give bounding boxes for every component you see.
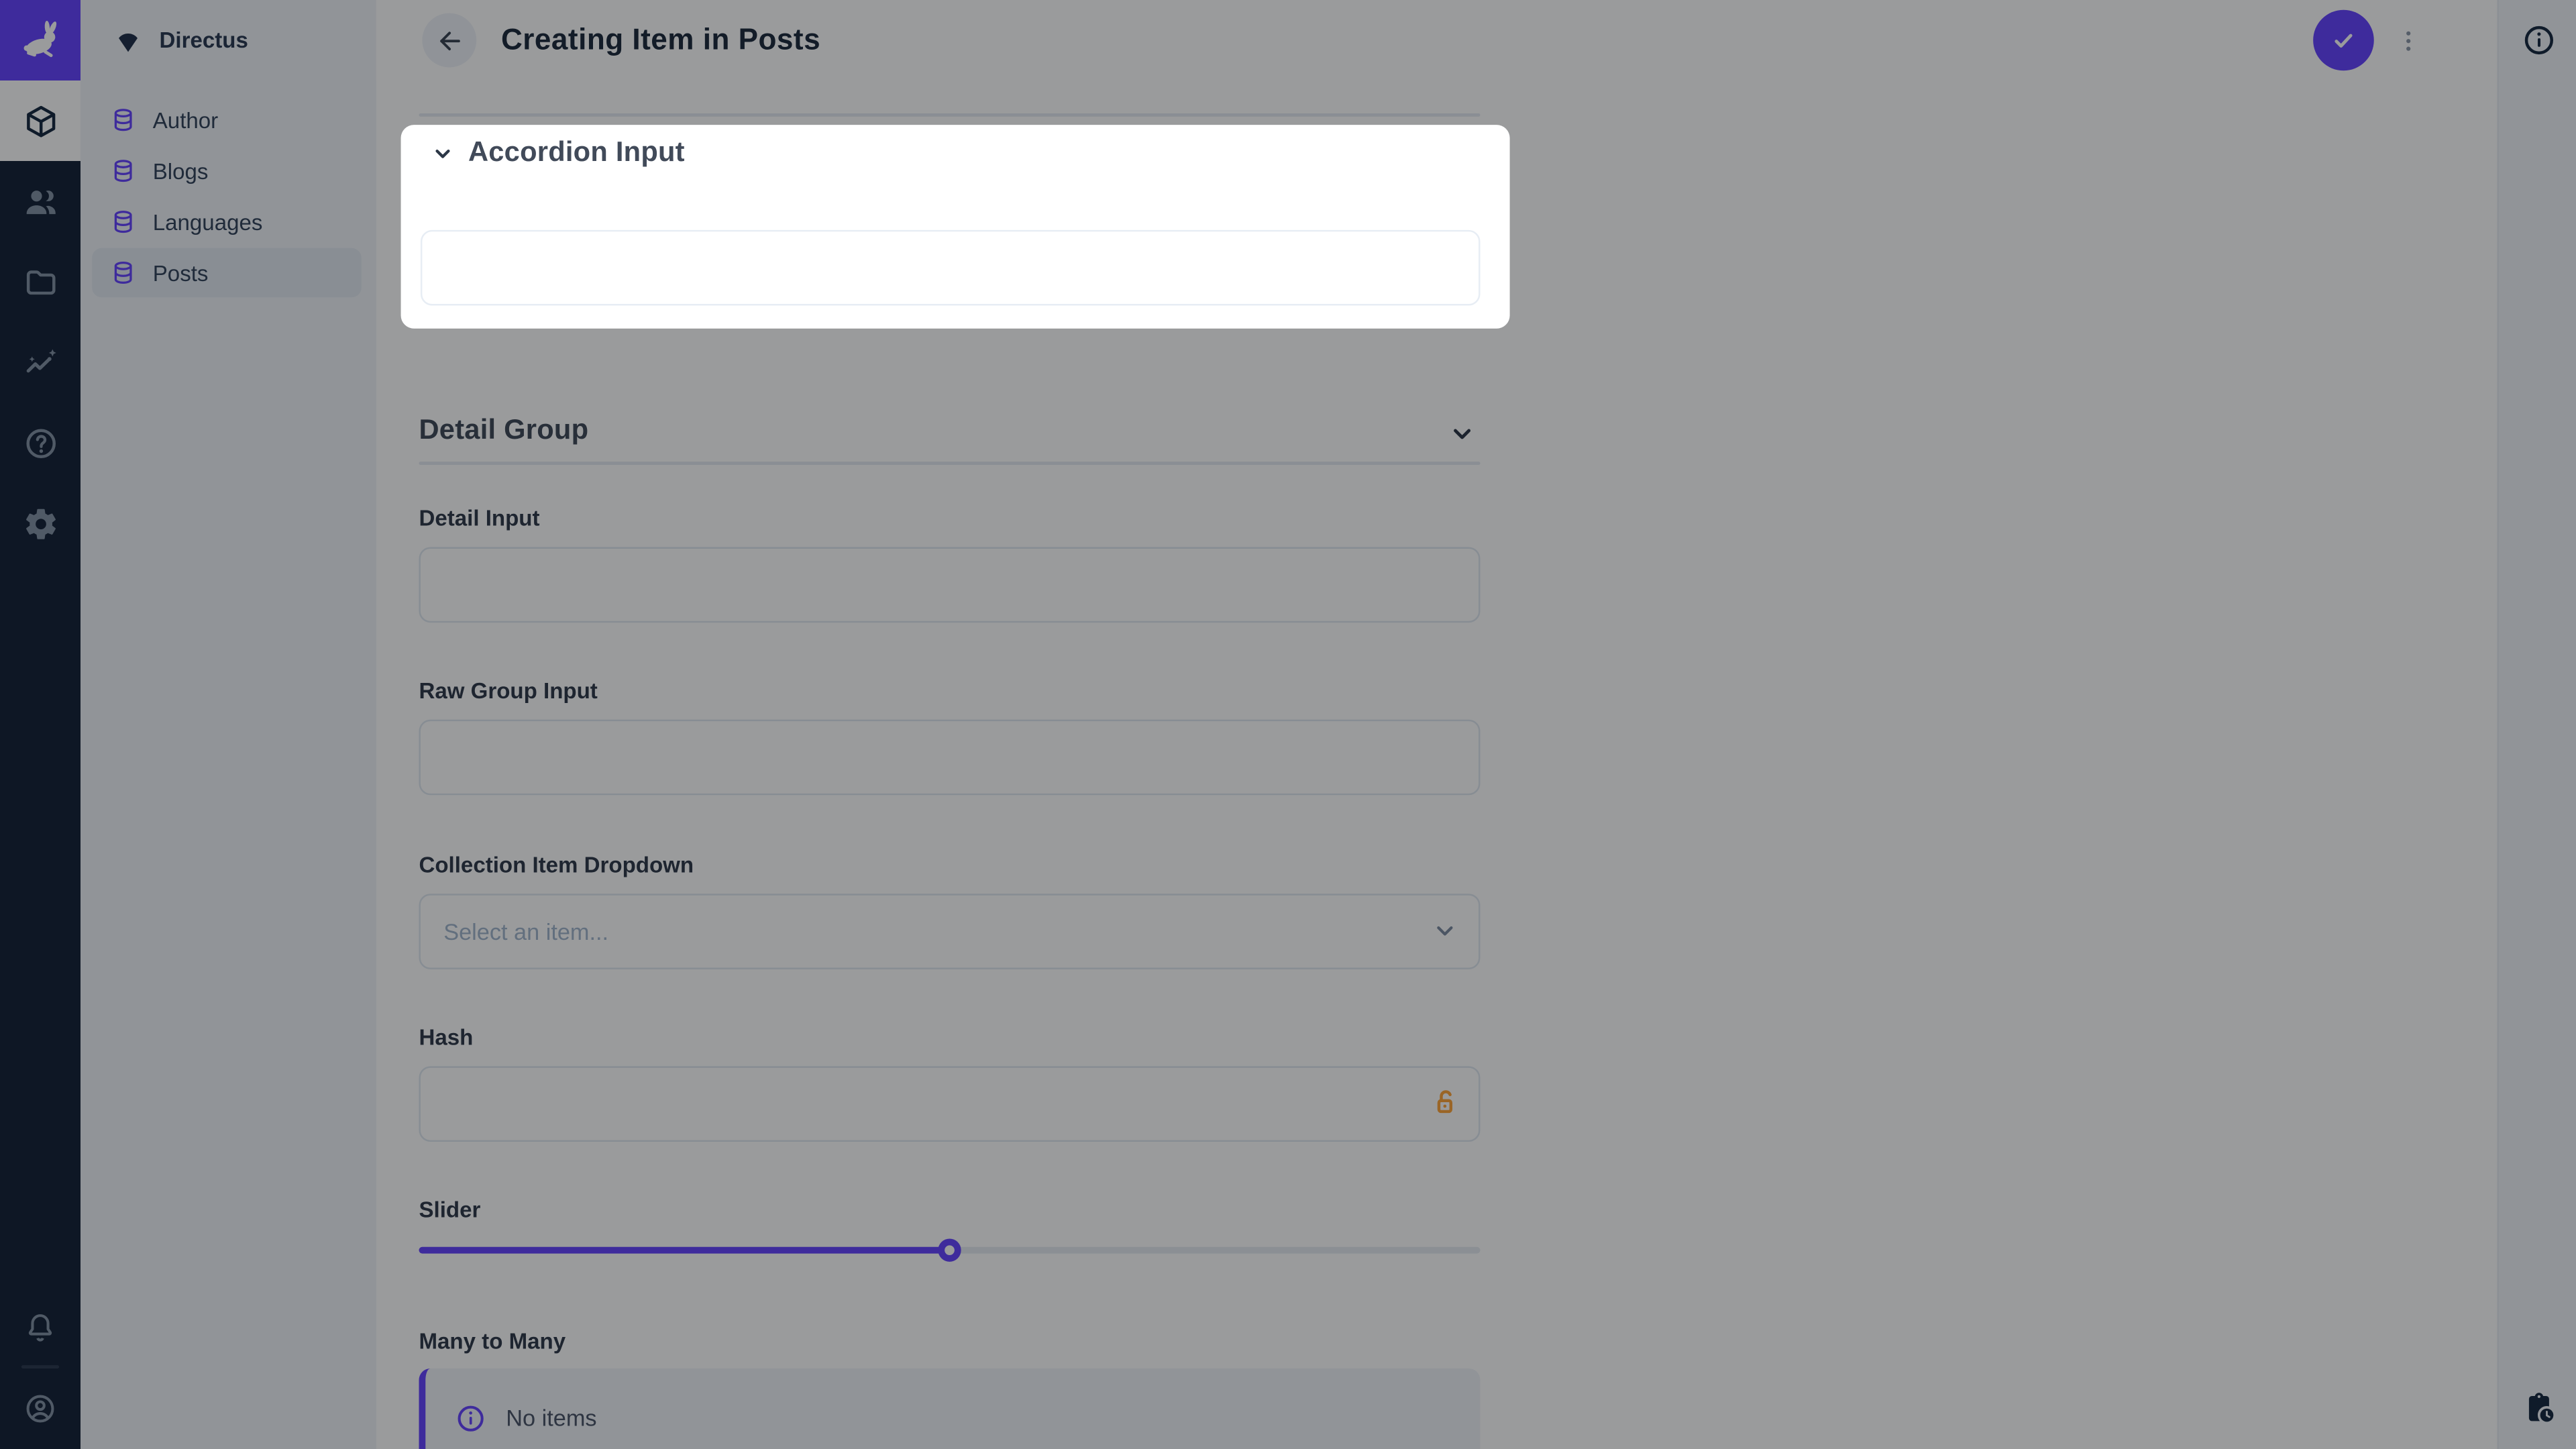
accordion-group-title: Accordion Input [468, 136, 685, 169]
hash-label: Hash [419, 1025, 473, 1050]
sidebar-item-posts[interactable]: Posts [92, 248, 362, 297]
accordion-group-header[interactable]: Accordion Input [431, 136, 685, 169]
database-icon [110, 107, 136, 133]
chevron-down-icon [1431, 917, 1459, 945]
module-help[interactable] [0, 402, 80, 483]
group-divider [419, 113, 1480, 117]
sidebar-item-author[interactable]: Author [92, 95, 362, 144]
collection-item-dropdown-label: Collection Item Dropdown [419, 853, 694, 877]
many-to-many-label: Many to Many [419, 1329, 566, 1354]
chevron-down-icon [1448, 419, 1477, 448]
project-header[interactable]: Directus [80, 0, 376, 80]
sidebar-item-label: Languages [153, 209, 263, 234]
module-insights[interactable] [0, 322, 80, 402]
slider-label: Slider [419, 1197, 480, 1222]
bell-icon [23, 1311, 57, 1345]
raw-group-input-label: Raw Group Input [419, 678, 597, 703]
hash-field[interactable] [419, 1066, 1480, 1142]
no-items-notice: No items [419, 1368, 1480, 1449]
info-icon [455, 1402, 486, 1434]
right-sidebar [2497, 0, 2576, 1449]
more-options-button[interactable] [2381, 13, 2435, 68]
rabbit-logo-icon [15, 15, 64, 64]
insights-icon [22, 344, 58, 380]
info-sidebar-button[interactable] [2499, 0, 2576, 80]
info-icon [2521, 23, 2555, 57]
detail-group-header[interactable]: Detail Group [419, 414, 1480, 447]
pending-actions-icon [2521, 1390, 2555, 1424]
slider-fill [419, 1247, 949, 1254]
slider-thumb[interactable] [938, 1239, 961, 1262]
project-logo[interactable] [0, 0, 80, 80]
folder-icon [22, 264, 58, 300]
module-content[interactable] [0, 80, 80, 161]
project-name: Directus [160, 28, 248, 53]
detail-input-field[interactable] [419, 547, 1480, 623]
database-icon [110, 209, 136, 235]
group-divider [419, 462, 1480, 465]
no-items-text: No items [506, 1405, 596, 1431]
navigation-sidebar: Directus Author Blogs Lang [80, 0, 376, 1449]
sidebar-item-blogs[interactable]: Blogs [92, 146, 362, 195]
account-button[interactable] [0, 1368, 80, 1449]
help-icon [22, 425, 58, 461]
sidebar-item-label: Blogs [153, 158, 209, 183]
sidebar-item-label: Posts [153, 260, 209, 285]
chevron-down-icon [431, 140, 455, 165]
detail-group-title: Detail Group [419, 414, 588, 447]
gear-icon [22, 505, 58, 541]
accordion-input-field[interactable] [421, 230, 1481, 306]
dropdown-placeholder: Select an item... [443, 918, 608, 945]
slider[interactable] [419, 1247, 1480, 1254]
project-fan-icon [113, 25, 143, 55]
lock-open-icon [1426, 1084, 1464, 1130]
module-bar [0, 0, 80, 1449]
detail-input-label: Detail Input [419, 506, 539, 531]
account-icon [23, 1391, 57, 1426]
activity-sidebar-button[interactable] [2499, 1367, 2576, 1448]
module-user-directory[interactable] [0, 161, 80, 241]
module-settings[interactable] [0, 483, 80, 564]
app-window: Directus Author Blogs Lang [0, 0, 2576, 1449]
spotlight-accordion-group: Accordion Input [401, 125, 1510, 329]
database-icon [110, 260, 136, 286]
save-button[interactable] [2313, 10, 2374, 71]
people-icon [22, 183, 58, 219]
raw-group-input-field[interactable] [419, 720, 1480, 796]
box-icon [22, 103, 58, 139]
kebab-menu-icon [2394, 27, 2420, 53]
database-icon [110, 158, 136, 184]
collection-item-dropdown[interactable]: Select an item... [419, 894, 1480, 969]
notifications-button[interactable] [0, 1288, 80, 1368]
sidebar-item-label: Author [153, 107, 218, 132]
sidebar-item-languages[interactable]: Languages [92, 197, 362, 246]
hash-field-wrap [419, 1066, 1480, 1142]
check-icon [2328, 25, 2359, 56]
module-file-library[interactable] [0, 241, 80, 322]
